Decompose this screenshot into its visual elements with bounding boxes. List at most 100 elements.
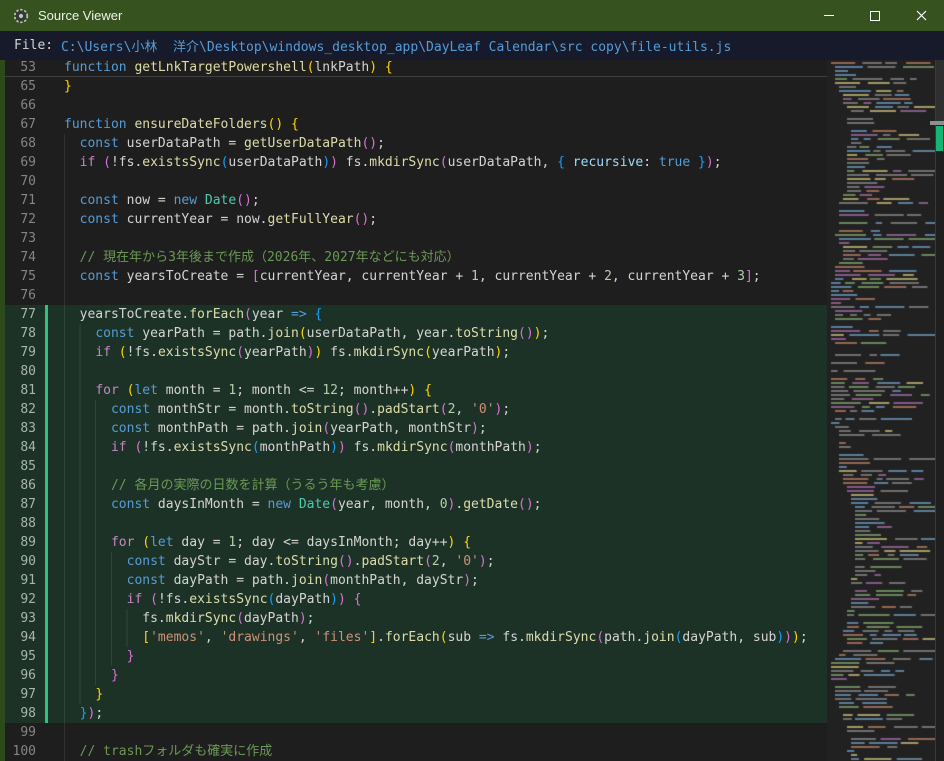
code-line[interactable]: 68 const userDataPath = getUserDataPath(…: [5, 134, 827, 153]
line-number[interactable]: 81: [5, 381, 45, 400]
line-number[interactable]: 95: [5, 647, 45, 666]
app-icon: [13, 8, 29, 24]
indent-guides: [64, 457, 97, 476]
code-text: const dayPath = path.join(monthPath, day…: [48, 571, 827, 590]
code-line[interactable]: 71 const now = new Date();: [5, 191, 827, 210]
line-number[interactable]: 76: [5, 286, 45, 305]
scrollbar-thumb[interactable]: [936, 60, 944, 121]
line-number[interactable]: 85: [5, 457, 45, 476]
code-text: ['memos', 'drawings', 'files'].forEach(s…: [48, 628, 827, 647]
code-line[interactable]: 53function getLnkTargetPowershell(lnkPat…: [5, 60, 827, 77]
code-line[interactable]: 100 // trashフォルダも確実に作成: [5, 742, 827, 761]
code-line[interactable]: 97 }: [5, 685, 827, 704]
indent-guides: [64, 514, 97, 533]
line-number[interactable]: 84: [5, 438, 45, 457]
line-number[interactable]: 100: [5, 742, 45, 761]
line-number[interactable]: 86: [5, 476, 45, 495]
code-line[interactable]: 95 }: [5, 647, 827, 666]
code-line[interactable]: 87 const daysInMonth = new Date(year, mo…: [5, 495, 827, 514]
minimap-visible-bar: [930, 121, 944, 125]
line-number[interactable]: 93: [5, 609, 45, 628]
code-line[interactable]: 73: [5, 229, 827, 248]
code-line[interactable]: 76: [5, 286, 827, 305]
code-line[interactable]: 85: [5, 457, 827, 476]
maximize-button[interactable]: [852, 0, 898, 31]
line-number[interactable]: 66: [5, 96, 45, 115]
code-line[interactable]: 69 if (!fs.existsSync(userDataPath)) fs.…: [5, 153, 827, 172]
code-line[interactable]: 89 for (let day = 1; day <= daysInMonth;…: [5, 533, 827, 552]
code-text: const now = new Date();: [48, 191, 827, 210]
line-number[interactable]: 99: [5, 723, 45, 742]
code-line[interactable]: 65}: [5, 77, 827, 96]
code-line[interactable]: 83 const monthPath = path.join(yearPath,…: [5, 419, 827, 438]
line-number[interactable]: 88: [5, 514, 45, 533]
line-number[interactable]: 79: [5, 343, 45, 362]
file-path-label: File:: [14, 38, 61, 53]
line-number[interactable]: 87: [5, 495, 45, 514]
code-line[interactable]: 96 }: [5, 666, 827, 685]
code-text: }: [48, 647, 827, 666]
code-line[interactable]: 79 if (!fs.existsSync(yearPath)) fs.mkdi…: [5, 343, 827, 362]
line-number[interactable]: 75: [5, 267, 45, 286]
line-number[interactable]: 83: [5, 419, 45, 438]
line-number[interactable]: 96: [5, 666, 45, 685]
line-number[interactable]: 65: [5, 77, 45, 96]
code-line[interactable]: 91 const dayPath = path.join(monthPath, …: [5, 571, 827, 590]
code-line[interactable]: 80: [5, 362, 827, 381]
code-line[interactable]: 98 });: [5, 704, 827, 723]
line-number[interactable]: 89: [5, 533, 45, 552]
line-number[interactable]: 67: [5, 115, 45, 134]
line-number[interactable]: 78: [5, 324, 45, 343]
code-line[interactable]: 90 const dayStr = day.toString().padStar…: [5, 552, 827, 571]
line-number[interactable]: 70: [5, 172, 45, 191]
line-number[interactable]: 92: [5, 590, 45, 609]
code-line[interactable]: 93 fs.mkdirSync(dayPath);: [5, 609, 827, 628]
line-number[interactable]: 53: [5, 60, 45, 77]
line-number[interactable]: 97: [5, 685, 45, 704]
line-number[interactable]: 71: [5, 191, 45, 210]
code-text: for (let month = 1; month <= 12; month++…: [48, 381, 827, 400]
code-text: [48, 229, 827, 248]
line-number[interactable]: 77: [5, 305, 45, 324]
code-line[interactable]: 66: [5, 96, 827, 115]
code-text: }: [48, 666, 827, 685]
line-number[interactable]: 82: [5, 400, 45, 419]
line-number[interactable]: 68: [5, 134, 45, 153]
line-number[interactable]: 91: [5, 571, 45, 590]
code-editor[interactable]: 53function getLnkTargetPowershell(lnkPat…: [5, 60, 827, 761]
minimap[interactable]: [827, 60, 935, 761]
line-number[interactable]: 98: [5, 704, 45, 723]
code-line[interactable]: 70: [5, 172, 827, 191]
line-number[interactable]: 72: [5, 210, 45, 229]
code-line[interactable]: 72 const currentYear = now.getFullYear()…: [5, 210, 827, 229]
code-text: }: [48, 77, 827, 96]
code-text: if (!fs.existsSync(userDataPath)) fs.mkd…: [48, 153, 827, 172]
overview-ruler[interactable]: [935, 60, 944, 761]
code-line[interactable]: 67function ensureDateFolders() {: [5, 115, 827, 134]
code-line[interactable]: 74 // 現在年から3年後まで作成（2026年、2027年などにも対応）: [5, 248, 827, 267]
minimize-button[interactable]: [806, 0, 852, 31]
line-number[interactable]: 90: [5, 552, 45, 571]
close-button[interactable]: [898, 0, 944, 31]
code-line[interactable]: 99: [5, 723, 827, 742]
line-number[interactable]: 69: [5, 153, 45, 172]
code-text: // 各月の実際の日数を計算（うるう年も考慮）: [48, 476, 827, 495]
line-number[interactable]: 73: [5, 229, 45, 248]
code-line[interactable]: 84 if (!fs.existsSync(monthPath)) fs.mkd…: [5, 438, 827, 457]
line-number[interactable]: 94: [5, 628, 45, 647]
code-line[interactable]: 77 yearsToCreate.forEach(year => {: [5, 305, 827, 324]
code-line[interactable]: 75 const yearsToCreate = [currentYear, c…: [5, 267, 827, 286]
title-bar-left: Source Viewer: [0, 8, 806, 24]
line-number[interactable]: 74: [5, 248, 45, 267]
code-line[interactable]: 92 if (!fs.existsSync(dayPath)) {: [5, 590, 827, 609]
code-lines: 53function getLnkTargetPowershell(lnkPat…: [5, 60, 827, 761]
code-line[interactable]: 86 // 各月の実際の日数を計算（うるう年も考慮）: [5, 476, 827, 495]
indent-guides: [64, 286, 66, 305]
indent-guides: [64, 362, 82, 381]
line-number[interactable]: 80: [5, 362, 45, 381]
code-line[interactable]: 94 ['memos', 'drawings', 'files'].forEac…: [5, 628, 827, 647]
code-line[interactable]: 82 const monthStr = month.toString().pad…: [5, 400, 827, 419]
code-line[interactable]: 81 for (let month = 1; month <= 12; mont…: [5, 381, 827, 400]
code-line[interactable]: 78 const yearPath = path.join(userDataPa…: [5, 324, 827, 343]
code-line[interactable]: 88: [5, 514, 827, 533]
